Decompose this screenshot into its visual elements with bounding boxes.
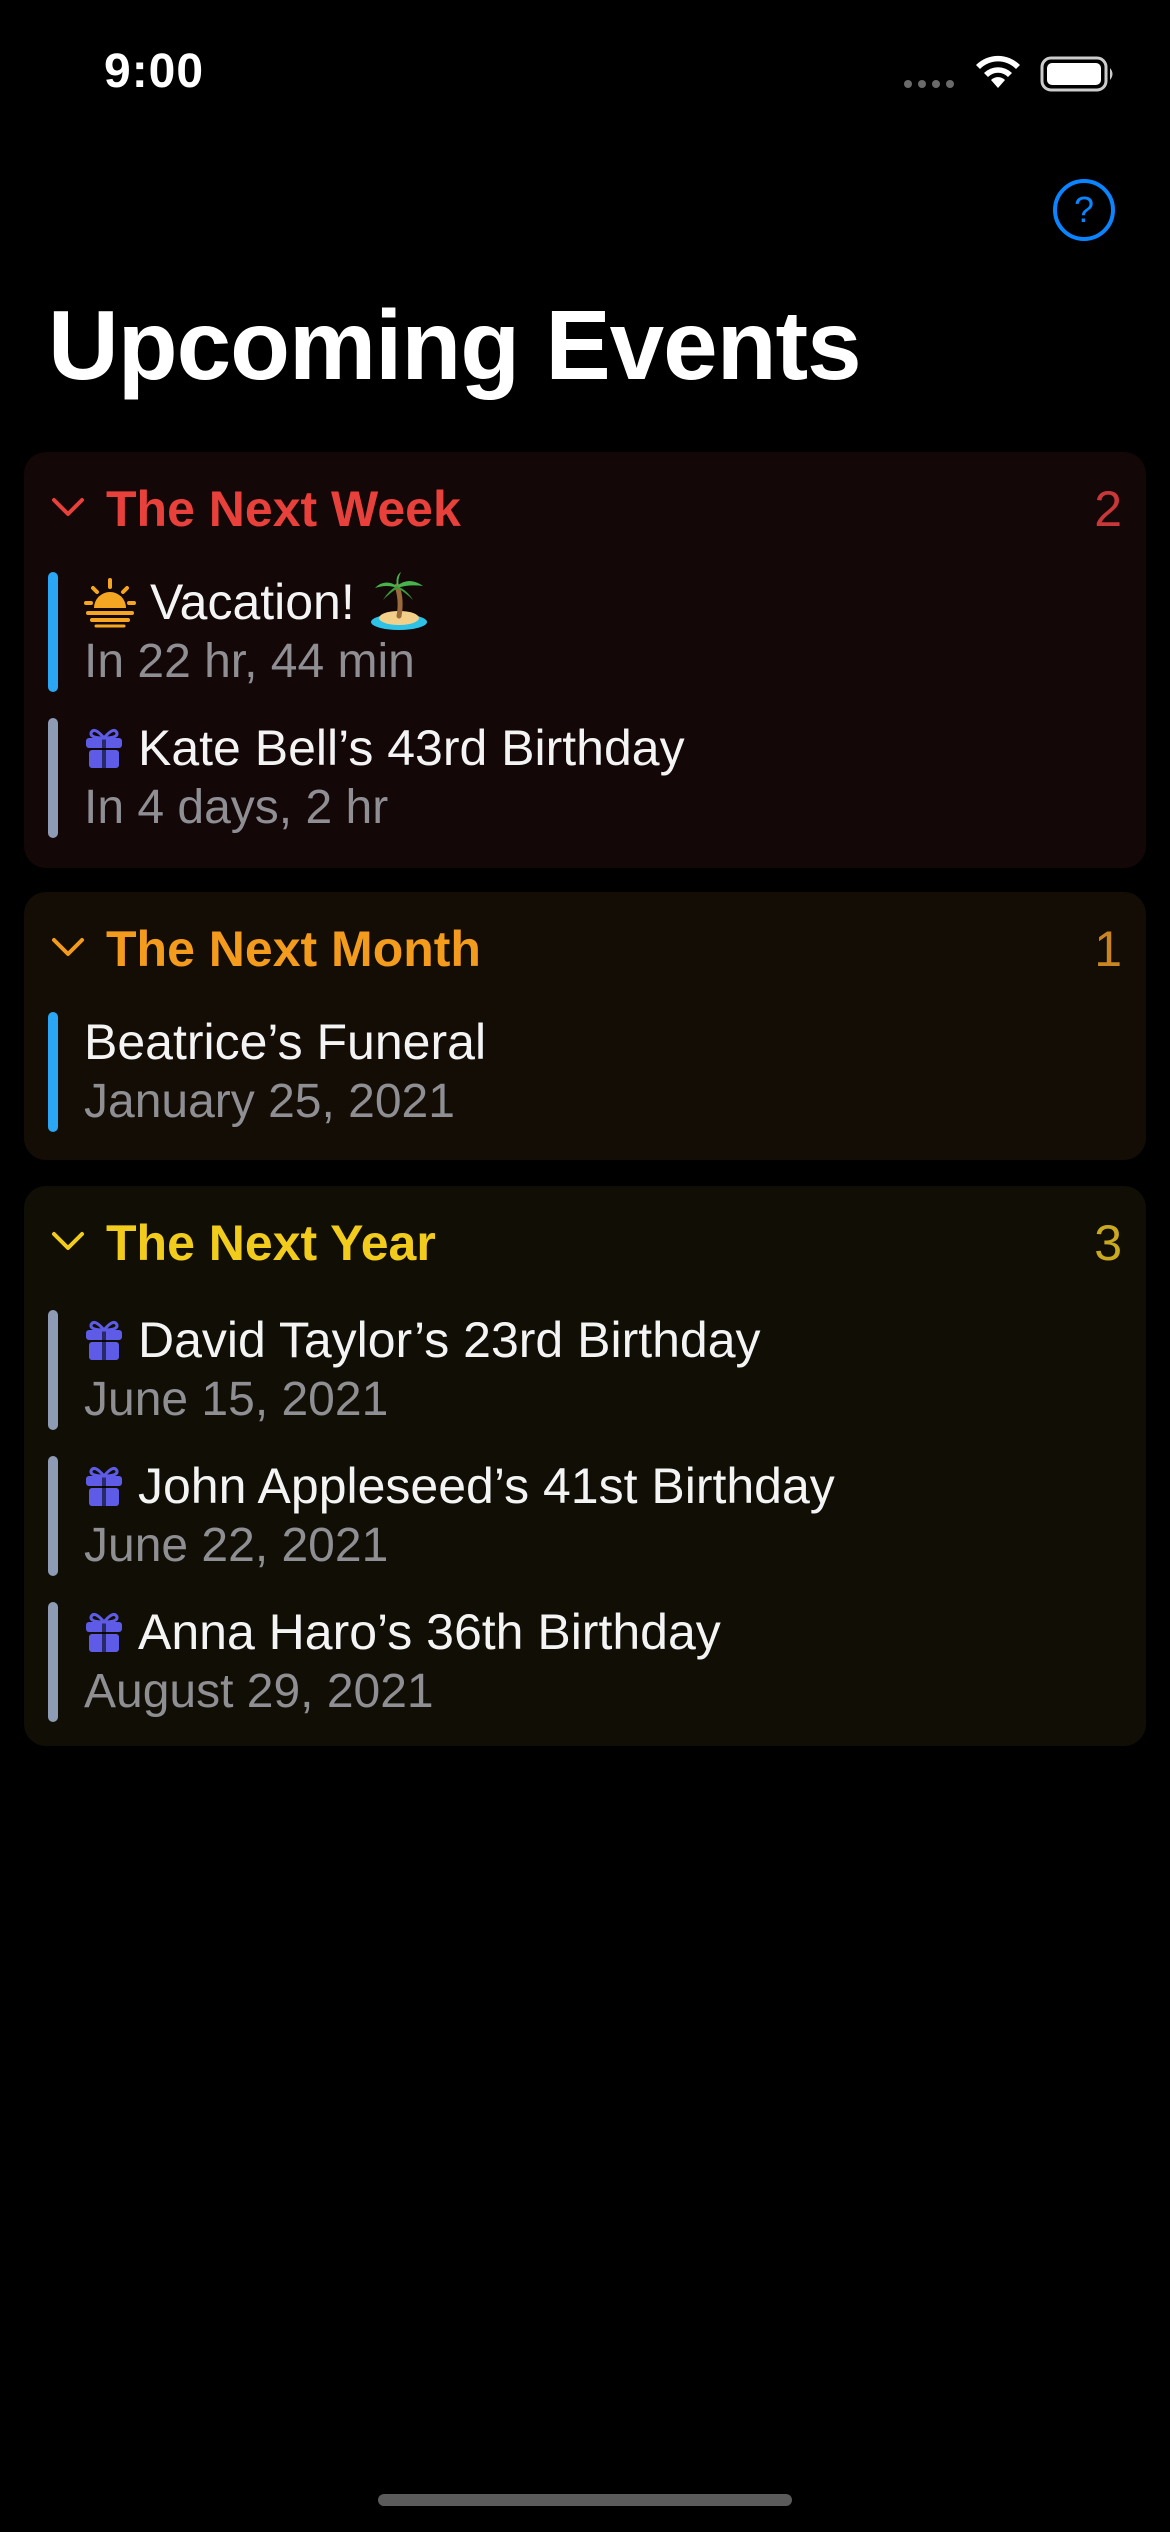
event-color-bar xyxy=(48,1012,58,1132)
svg-text:?: ? xyxy=(1074,189,1094,230)
section-next-month: The Next Month 1 Beatrice’s Funeral Janu… xyxy=(24,892,1146,1160)
event-row[interactable]: Vacation! In 22 hr, 44 min xyxy=(48,570,1108,694)
help-button[interactable]: ? xyxy=(1052,178,1116,242)
status-bar: 9:00 xyxy=(0,0,1170,150)
event-title: John Appleseed’s 41st Birthday xyxy=(138,1458,835,1514)
chevron-down-icon[interactable] xyxy=(48,1226,88,1256)
event-title-row: Anna Haro’s 36th Birthday xyxy=(84,1600,721,1664)
event-title-row: Vacation! xyxy=(84,570,429,634)
event-subtitle: June 15, 2021 xyxy=(84,1373,389,1426)
event-row[interactable]: Beatrice’s Funeral January 25, 2021 xyxy=(48,1010,1108,1134)
event-subtitle: January 25, 2021 xyxy=(84,1075,455,1128)
chevron-down-icon[interactable] xyxy=(48,492,88,522)
event-title: Anna Haro’s 36th Birthday xyxy=(138,1604,721,1660)
section-count: 1 xyxy=(1094,921,1122,977)
event-subtitle: August 29, 2021 xyxy=(84,1665,434,1718)
event-title-row: David Taylor’s 23rd Birthday xyxy=(84,1308,761,1372)
wifi-icon xyxy=(976,55,1020,88)
section-header-next-month[interactable]: The Next Month 1 xyxy=(24,892,1146,1002)
event-title: David Taylor’s 23rd Birthday xyxy=(138,1312,761,1368)
event-color-bar xyxy=(48,1310,58,1430)
event-color-bar xyxy=(48,1456,58,1576)
section-next-week: The Next Week 2 Vacation! In 22 hr, 44 m… xyxy=(24,452,1146,868)
event-title: Beatrice’s Funeral xyxy=(84,1014,487,1070)
section-title: The Next Week xyxy=(106,481,461,537)
event-row[interactable]: David Taylor’s 23rd Birthday June 15, 20… xyxy=(48,1308,1108,1432)
page-title: Upcoming Events xyxy=(48,290,862,400)
event-title: Vacation! xyxy=(150,574,355,630)
cellular-signal-icon xyxy=(904,80,954,88)
battery-icon xyxy=(1040,56,1113,92)
section-count: 2 xyxy=(1094,481,1122,537)
section-count: 3 xyxy=(1094,1215,1122,1271)
desert-island-icon xyxy=(370,572,427,630)
event-subtitle: In 4 days, 2 hr xyxy=(84,781,389,834)
chevron-down-icon[interactable] xyxy=(48,932,88,962)
event-color-bar xyxy=(48,718,58,838)
gift-icon xyxy=(86,1612,122,1652)
gift-icon xyxy=(86,728,122,768)
event-color-bar xyxy=(48,1602,58,1722)
section-next-year: The Next Year 3 David Taylor’s 23rd Birt… xyxy=(24,1186,1146,1746)
sunrise-icon xyxy=(84,578,136,628)
section-title: The Next Year xyxy=(106,1215,436,1271)
event-subtitle: June 22, 2021 xyxy=(84,1519,389,1572)
event-title-row: Beatrice’s Funeral xyxy=(84,1010,486,1074)
gift-icon xyxy=(86,1320,122,1360)
event-row[interactable]: John Appleseed’s 41st Birthday June 22, … xyxy=(48,1454,1108,1578)
section-header-next-week[interactable]: The Next Week 2 xyxy=(24,452,1146,562)
event-title: Kate Bell’s 43rd Birthday xyxy=(138,720,685,776)
gift-icon xyxy=(86,1466,122,1506)
event-row[interactable]: Anna Haro’s 36th Birthday August 29, 202… xyxy=(48,1600,1108,1724)
event-subtitle: In 22 hr, 44 min xyxy=(84,635,415,688)
event-color-bar xyxy=(48,572,58,692)
event-title-row: Kate Bell’s 43rd Birthday xyxy=(84,716,685,780)
home-indicator[interactable] xyxy=(378,2494,792,2506)
event-row[interactable]: Kate Bell’s 43rd Birthday In 4 days, 2 h… xyxy=(48,716,1108,840)
section-header-next-year[interactable]: The Next Year 3 xyxy=(24,1186,1146,1296)
status-time: 9:00 xyxy=(104,45,205,98)
section-title: The Next Month xyxy=(106,921,481,977)
event-title-row: John Appleseed’s 41st Birthday xyxy=(84,1454,835,1518)
